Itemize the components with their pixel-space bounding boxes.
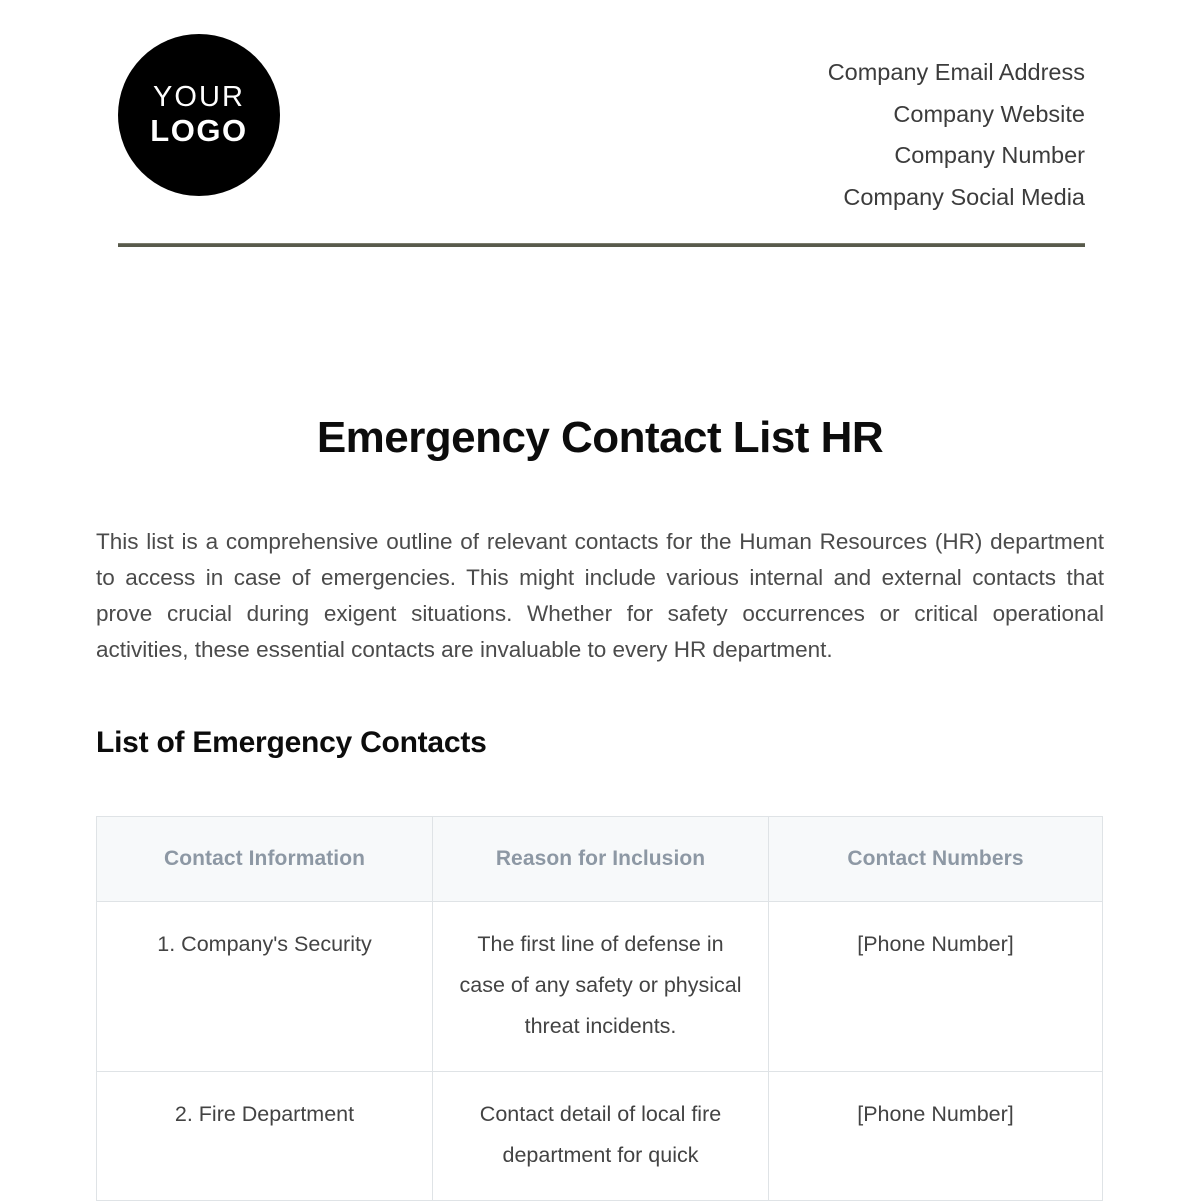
table-header-row: Contact Information Reason for Inclusion… [96, 816, 1103, 903]
cell-contact-information: 1. Company's Security [96, 901, 433, 1073]
cell-contact-information: 2. Fire Department [96, 1071, 433, 1201]
company-contact-block: Company Email Address Company Website Co… [828, 52, 1085, 218]
document-body: Emergency Contact List HR This list is a… [0, 256, 1200, 1201]
table-row: 1. Company's Security The first line of … [96, 901, 1103, 1073]
company-logo: YOUR LOGO [118, 34, 280, 196]
logo-text-logo: LOGO [150, 112, 248, 148]
table-body: 1. Company's Security The first line of … [96, 901, 1103, 1201]
column-header-contact-numbers: Contact Numbers [768, 816, 1103, 903]
page-title: Emergency Contact List HR [316, 413, 884, 462]
table-head: Contact Information Reason for Inclusion… [96, 816, 1103, 903]
company-social-media: Company Social Media [843, 183, 1085, 210]
header-divider [118, 243, 1085, 247]
logo-text-your: YOUR [153, 81, 245, 114]
cell-reason-for-inclusion: The first line of defense in case of any… [432, 901, 769, 1073]
cell-contact-number: [Phone Number] [768, 901, 1103, 1073]
document-page: YOUR LOGO Company Email Address Company … [0, 0, 1200, 1201]
section-heading-contacts: List of Emergency Contacts [96, 726, 487, 760]
cell-reason-for-inclusion: Contact detail of local fire department … [432, 1071, 769, 1201]
emergency-contacts-table: Contact Information Reason for Inclusion… [96, 816, 1103, 1201]
table-row: 2. Fire Department Contact detail of loc… [96, 1071, 1103, 1201]
company-number: Company Number [894, 142, 1085, 168]
company-website: Company Website [893, 100, 1085, 127]
cell-contact-number: [Phone Number] [768, 1071, 1103, 1201]
document-header: YOUR LOGO Company Email Address Company … [0, 0, 1200, 256]
column-header-contact-information: Contact Information [96, 816, 433, 903]
column-header-reason-for-inclusion: Reason for Inclusion [432, 816, 769, 903]
intro-paragraph: This list is a comprehensive outline of … [96, 529, 1104, 663]
company-email-address: Company Email Address [827, 59, 1085, 85]
contacts-table-container: Contact Information Reason for Inclusion… [96, 760, 1104, 1201]
